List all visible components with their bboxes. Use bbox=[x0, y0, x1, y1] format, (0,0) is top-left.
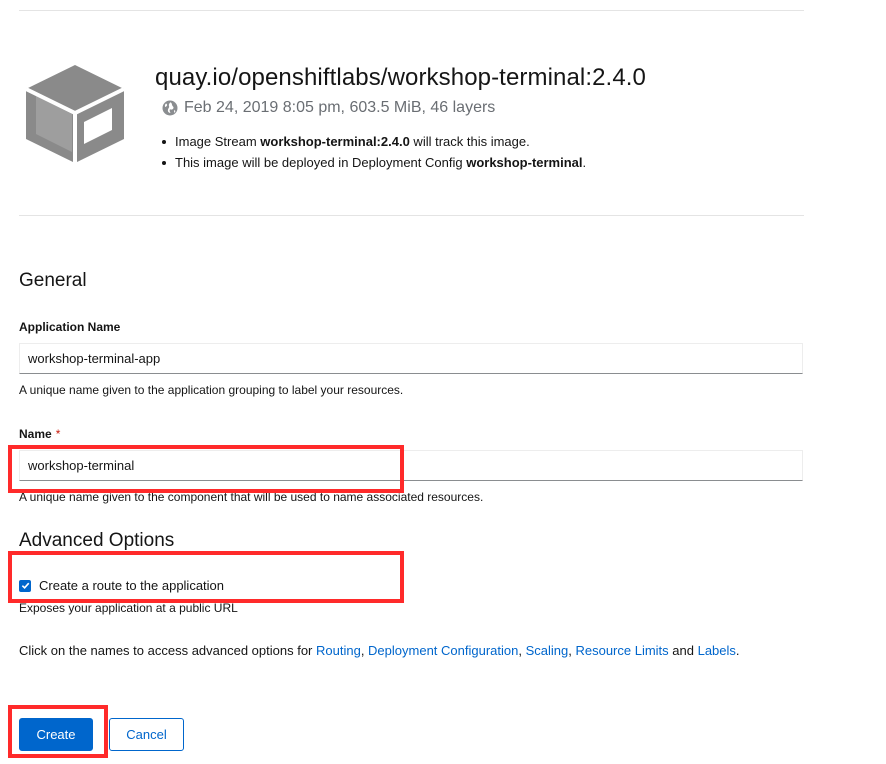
create-button[interactable]: Create bbox=[19, 718, 93, 751]
list-item: This image will be deployed in Deploymen… bbox=[161, 154, 586, 175]
application-name-helper: A unique name given to the application g… bbox=[19, 383, 404, 397]
top-divider bbox=[19, 10, 804, 11]
scaling-link[interactable]: Scaling bbox=[526, 643, 569, 658]
cancel-button[interactable]: Cancel bbox=[109, 718, 184, 751]
name-input[interactable] bbox=[19, 450, 803, 481]
image-title: quay.io/openshiftlabs/workshop-terminal:… bbox=[155, 64, 646, 91]
resource-limits-link[interactable]: Resource Limits bbox=[575, 643, 668, 658]
create-route-helper: Exposes your application at a public URL bbox=[19, 601, 238, 615]
checkmark-icon bbox=[21, 582, 29, 590]
create-route-checkbox[interactable] bbox=[19, 579, 31, 592]
application-name-input[interactable] bbox=[19, 343, 803, 374]
application-name-label: Application Name bbox=[19, 320, 121, 334]
create-route-option[interactable]: Create a route to the application bbox=[19, 578, 224, 593]
labels-link[interactable]: Labels bbox=[698, 643, 736, 658]
image-meta: Feb 24, 2019 8:05 pm, 603.5 MiB, 46 laye… bbox=[162, 99, 495, 117]
advanced-options-links: Click on the names to access advanced op… bbox=[19, 643, 740, 658]
required-marker: * bbox=[55, 427, 61, 441]
name-label: Name * bbox=[19, 427, 61, 441]
routing-link[interactable]: Routing bbox=[316, 643, 361, 658]
list-item: Image Stream workshop-terminal:2.4.0 wil… bbox=[161, 133, 586, 154]
image-notes: Image Stream workshop-terminal:2.4.0 wil… bbox=[161, 133, 586, 175]
deployment-configuration-link[interactable]: Deployment Configuration bbox=[368, 643, 518, 658]
globe-icon bbox=[162, 100, 178, 116]
box-icon bbox=[25, 65, 125, 163]
section-divider bbox=[19, 215, 804, 216]
create-route-label: Create a route to the application bbox=[39, 578, 225, 593]
advanced-options-heading: Advanced Options bbox=[19, 530, 175, 551]
route-option-highlight bbox=[8, 551, 404, 603]
image-meta-text: Feb 24, 2019 8:05 pm, 603.5 MiB, 46 laye… bbox=[184, 99, 496, 116]
name-helper: A unique name given to the component tha… bbox=[19, 490, 484, 504]
general-heading: General bbox=[19, 270, 87, 291]
